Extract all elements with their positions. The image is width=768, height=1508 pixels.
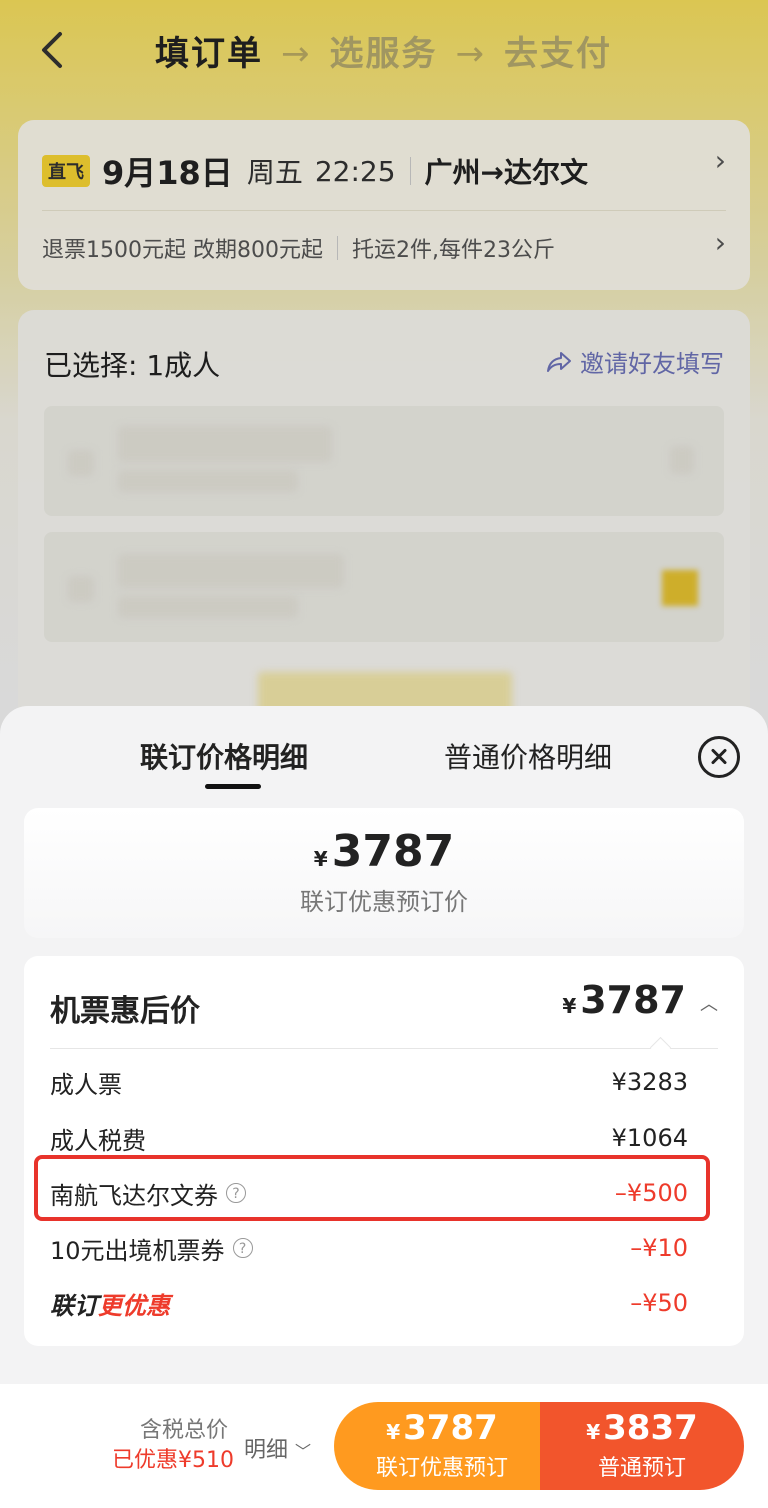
combo-discount-label: 联订 更优惠 xyxy=(50,1286,170,1321)
row-value: ¥3283 xyxy=(611,1068,688,1096)
combo-book-button[interactable]: ¥3787 联订优惠预订 xyxy=(334,1402,550,1490)
fare-after-discount-total[interactable]: ¥3787 xyxy=(562,978,686,1022)
fare-total-value: 3787 xyxy=(580,978,686,1022)
normal-book-button[interactable]: ¥3837 普通预订 xyxy=(540,1402,744,1490)
booking-footer: 含税总价 已优惠¥510 明细 ﹀ ¥3787 联订优惠预订 ¥3837 普通预… xyxy=(0,1384,768,1508)
fare-row-adult-ticket: 成人票 ¥3283 xyxy=(50,1062,688,1102)
row-label-wrap: 10元出境机票券? xyxy=(50,1231,253,1266)
active-tab-indicator xyxy=(205,784,261,789)
row-value: –¥50 xyxy=(630,1289,688,1317)
highlight-box xyxy=(34,1155,710,1221)
combo-price: ¥3787 xyxy=(24,826,744,877)
divider xyxy=(50,1048,718,1049)
normal-book-label: 普通预订 xyxy=(597,1456,686,1481)
details-label: 明细 xyxy=(244,1438,289,1463)
combo-price-summary: ¥3787 联订优惠预订价 xyxy=(24,808,744,938)
row-label: 成人税费 xyxy=(50,1126,146,1155)
combo-label: 联订 xyxy=(50,1291,98,1320)
combo-book-price: ¥3787 xyxy=(334,1408,550,1448)
combo-book-price-value: 3787 xyxy=(403,1408,498,1448)
tab-combo-price-detail[interactable]: 联订价格明细 xyxy=(140,736,308,776)
total-incl-tax-label: 含税总价 xyxy=(140,1418,229,1443)
row-label: 成人票 xyxy=(50,1070,122,1099)
normal-book-price: ¥3837 xyxy=(540,1408,744,1448)
fare-breakdown-card: 机票惠后价 ¥3787 ︿ 成人票 ¥3283 成人税费 ¥1064 南航飞达尔… xyxy=(24,956,744,1346)
currency-symbol: ¥ xyxy=(386,1420,401,1444)
row-value: ¥1064 xyxy=(611,1124,688,1152)
tab-normal-price-detail[interactable]: 普通价格明细 xyxy=(444,736,612,776)
help-icon[interactable]: ? xyxy=(232,1238,253,1258)
fare-row-combo-discount: 联订 更优惠 –¥50 xyxy=(50,1283,688,1323)
row-label: 10元出境机票券 xyxy=(50,1236,225,1265)
details-toggle[interactable]: 明细 ﹀ xyxy=(244,1432,311,1464)
currency-symbol: ¥ xyxy=(586,1420,601,1444)
fare-row-outbound-coupon: 10元出境机票券? –¥10 xyxy=(50,1228,688,1268)
combo-price-label: 联订优惠预订价 xyxy=(300,888,468,916)
row-value: –¥10 xyxy=(630,1234,688,1262)
combo-price-value: 3787 xyxy=(331,826,455,877)
fare-after-discount-title: 机票惠后价 xyxy=(50,994,200,1029)
price-tabs: 联订价格明细 普通价格明细 xyxy=(0,706,768,802)
chevron-down-icon: ﹀ xyxy=(295,1442,312,1461)
close-icon[interactable] xyxy=(698,736,740,778)
normal-book-price-value: 3837 xyxy=(603,1408,698,1448)
fare-row-adult-tax: 成人税费 ¥1064 xyxy=(50,1118,688,1158)
currency-symbol: ¥ xyxy=(313,847,328,871)
better-discount-label: 更优惠 xyxy=(98,1291,170,1320)
currency-symbol: ¥ xyxy=(562,994,577,1018)
pointer-notch xyxy=(649,1036,672,1059)
saved-amount: 已优惠¥510 xyxy=(112,1448,234,1473)
combo-book-label: 联订优惠预订 xyxy=(375,1456,508,1481)
chevron-up-icon[interactable]: ︿ xyxy=(700,990,718,1016)
